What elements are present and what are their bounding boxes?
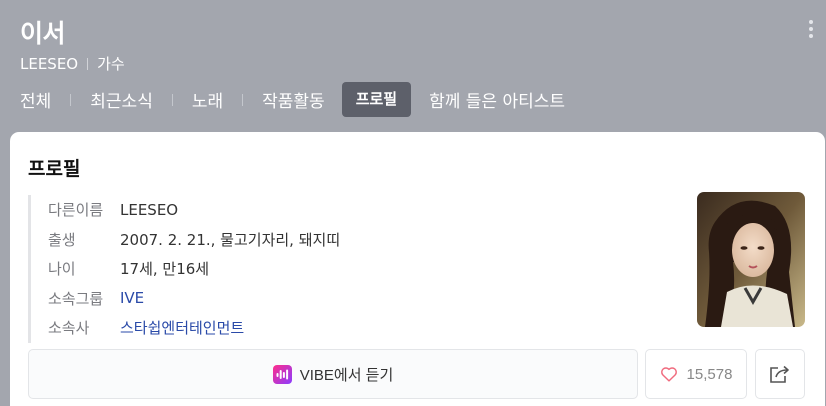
agency-link[interactable]: 스타쉽엔터테인먼트 (120, 317, 244, 338)
row-label: 나이 (48, 260, 76, 279)
share-button[interactable] (755, 349, 805, 399)
tab-all[interactable]: 전체 (20, 87, 51, 112)
profile-row-agency: 소속사 스타쉽엔터테인먼트 (31, 313, 628, 343)
tab-divider (171, 93, 173, 106)
artist-tabs: 전체 최근소식 노래 작품활동 프로필 함께 들은 아티스트 (20, 82, 565, 117)
row-label: 소속사 (48, 319, 90, 338)
like-button[interactable]: 15,578 (645, 349, 747, 399)
group-link[interactable]: IVE (120, 289, 144, 307)
heart-outline-icon (660, 367, 677, 382)
share-icon (770, 365, 789, 383)
artist-subline: LEESEO 가수 (20, 53, 125, 74)
more-options-icon[interactable] (808, 20, 814, 38)
vibe-logo-icon (272, 364, 292, 384)
tab-divider (70, 93, 72, 106)
row-value: LEESEO (120, 200, 179, 219)
profile-card: 프로필 다른이름 LEESEO 출생 2007. 2. 21., 물고기자리, … (10, 132, 825, 406)
tab-works[interactable]: 작품활동 (262, 87, 325, 112)
tab-related-artists[interactable]: 함께 들은 아티스트 (429, 87, 565, 112)
row-value: 17세, 만16세 (120, 260, 210, 279)
divider (87, 57, 89, 70)
profile-row-group: 소속그룹 IVE (31, 284, 628, 314)
artist-english-name: LEESEO (20, 54, 79, 73)
artist-role: 가수 (97, 55, 125, 73)
profile-row-alias: 다른이름 LEESEO (31, 195, 628, 225)
row-value: 2007. 2. 21., 물고기자리, 돼지띠 (120, 230, 341, 249)
profile-section-title: 프로필 (28, 158, 81, 180)
artist-photo[interactable] (697, 192, 805, 327)
tab-recent-news[interactable]: 최근소식 (90, 87, 153, 112)
profile-info-list: 다른이름 LEESEO 출생 2007. 2. 21., 물고기자리, 돼지띠 … (28, 195, 628, 343)
tab-profile[interactable]: 프로필 (341, 82, 412, 117)
row-label: 다른이름 (48, 201, 104, 220)
profile-row-age: 나이 17세, 만16세 (31, 254, 628, 284)
vibe-button-label: VIBE에서 듣기 (299, 366, 394, 384)
profile-row-birth: 출생 2007. 2. 21., 물고기자리, 돼지띠 (31, 225, 628, 255)
row-label: 소속그룹 (48, 289, 104, 308)
vibe-listen-button[interactable]: VIBE에서 듣기 (28, 349, 638, 399)
row-label: 출생 (48, 230, 76, 249)
like-count: 15,578 (686, 365, 733, 383)
tab-divider (242, 93, 244, 106)
tab-songs[interactable]: 노래 (192, 87, 223, 112)
artist-name: 이서 (20, 19, 66, 48)
